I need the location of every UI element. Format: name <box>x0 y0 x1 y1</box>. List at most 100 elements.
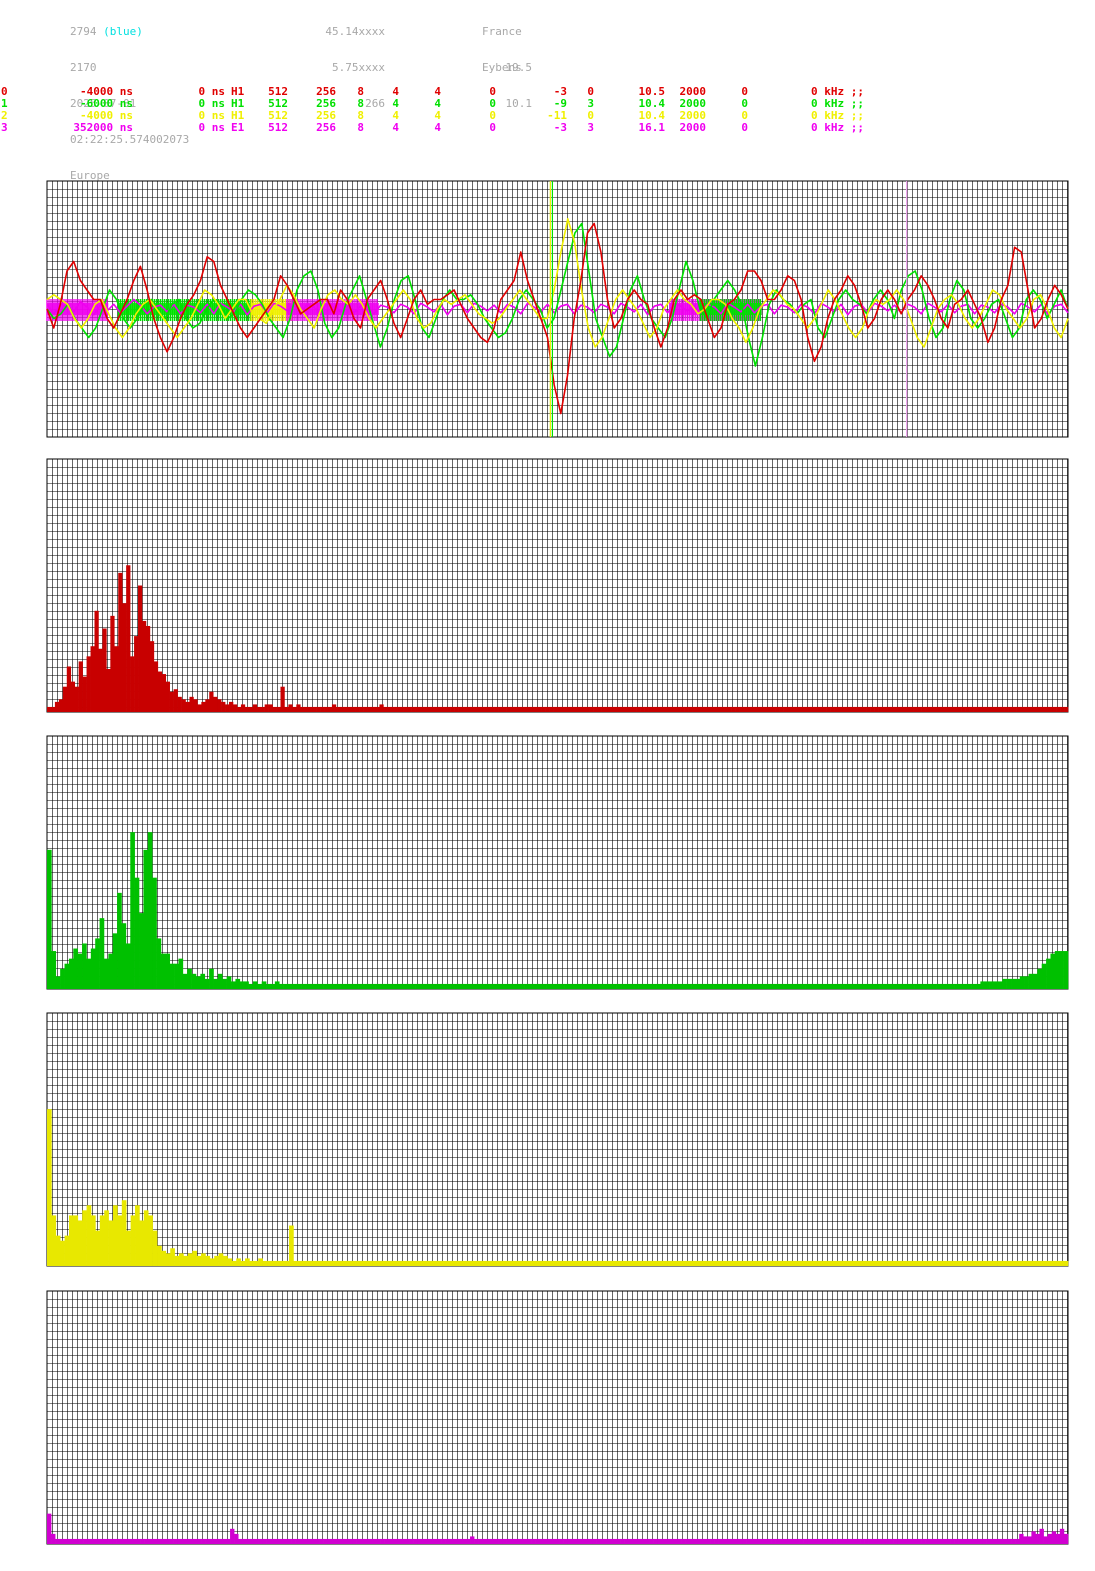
bar <box>164 1538 170 1544</box>
bar <box>510 706 515 712</box>
bar <box>428 983 433 989</box>
bar <box>170 1248 175 1266</box>
bar <box>869 1260 875 1266</box>
bar <box>1015 1260 1020 1266</box>
bar <box>579 1260 585 1266</box>
bar <box>493 983 499 989</box>
bar <box>433 1538 438 1544</box>
bar <box>469 1260 475 1266</box>
bar <box>544 1260 549 1266</box>
bar <box>312 706 317 712</box>
bar <box>874 706 879 712</box>
bar <box>571 1538 577 1544</box>
bar <box>318 983 324 989</box>
bar <box>762 1538 768 1544</box>
bar <box>1015 1538 1020 1544</box>
bar <box>787 1538 792 1544</box>
bar <box>187 1253 193 1266</box>
bar <box>182 973 188 989</box>
bar <box>601 1260 607 1266</box>
bar <box>998 1538 1004 1544</box>
bar <box>177 1538 182 1544</box>
bar <box>742 1260 748 1266</box>
bar <box>937 706 942 712</box>
bar <box>296 704 301 712</box>
bar <box>68 958 74 989</box>
bar <box>380 983 385 989</box>
bar <box>447 1260 453 1266</box>
bar <box>1059 1528 1065 1544</box>
bar <box>356 1538 361 1544</box>
bar <box>432 983 438 989</box>
bar <box>490 1538 495 1544</box>
bar <box>533 706 539 712</box>
bar <box>74 686 79 712</box>
bar <box>826 706 831 712</box>
bar <box>944 1260 950 1266</box>
bar <box>883 983 889 989</box>
bar <box>442 706 447 712</box>
bar <box>835 983 841 989</box>
bar <box>270 1538 276 1544</box>
bar <box>676 706 681 712</box>
bar <box>791 983 797 989</box>
bar <box>165 681 170 712</box>
bar <box>629 983 635 989</box>
bar <box>193 1538 198 1544</box>
channel-c9: 2000 <box>679 121 707 134</box>
bar <box>677 1538 682 1544</box>
bar <box>559 1538 564 1544</box>
bar <box>857 983 863 989</box>
bar <box>965 706 970 712</box>
bar <box>315 1538 320 1544</box>
bar <box>1032 1260 1038 1266</box>
bar <box>549 706 554 712</box>
bar <box>1028 1260 1034 1266</box>
bar <box>185 701 190 712</box>
bar <box>843 1260 849 1266</box>
bar <box>818 706 823 712</box>
bar <box>282 1538 288 1544</box>
bar <box>632 1260 638 1266</box>
bar <box>828 1538 833 1544</box>
bar <box>165 1253 171 1266</box>
bar <box>649 1538 654 1544</box>
bar <box>581 706 586 712</box>
bar <box>145 625 151 712</box>
bar <box>834 1260 840 1266</box>
bar <box>743 706 748 712</box>
bar <box>355 1260 360 1266</box>
bar <box>66 666 72 712</box>
bar <box>605 1260 611 1266</box>
bar <box>872 1538 878 1544</box>
bar <box>339 1538 345 1544</box>
channel-offset: 352000 ns <box>73 121 133 134</box>
bar <box>112 933 118 989</box>
bar <box>132 1538 137 1544</box>
bar <box>355 706 360 712</box>
bar <box>541 706 546 712</box>
bar <box>113 1205 118 1266</box>
bar <box>585 706 590 712</box>
bar <box>879 983 885 989</box>
bar <box>627 1260 633 1266</box>
bar <box>625 983 631 989</box>
bar <box>383 706 388 712</box>
bar <box>130 832 135 989</box>
bar <box>495 1260 501 1266</box>
bar <box>754 1538 760 1544</box>
bar <box>909 1260 915 1266</box>
bar <box>884 1538 890 1544</box>
station-color: (blue) <box>103 25 143 38</box>
bar <box>531 1538 536 1544</box>
bar <box>413 1538 418 1544</box>
bar <box>612 1538 617 1544</box>
bar <box>327 706 333 712</box>
bar <box>897 1538 902 1544</box>
bar <box>458 983 464 989</box>
bar <box>594 983 600 989</box>
bar <box>284 706 289 712</box>
bar <box>289 1225 294 1266</box>
bar <box>616 1538 621 1544</box>
bar <box>950 1538 955 1544</box>
